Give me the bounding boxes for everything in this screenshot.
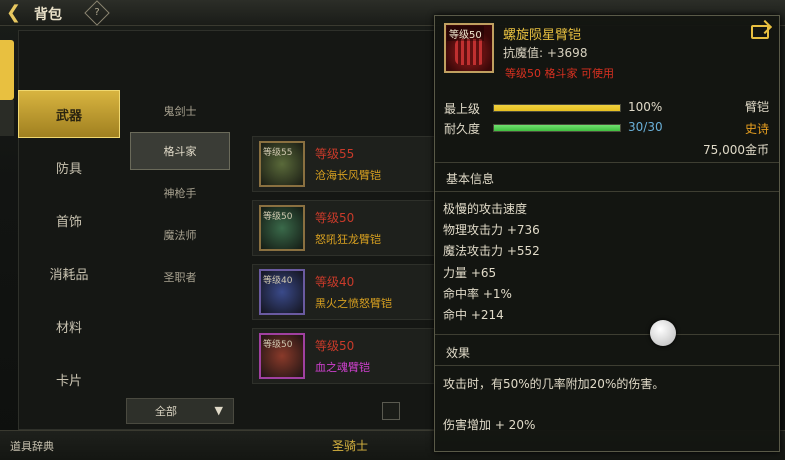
subcategory-mage[interactable]: 魔法师	[130, 216, 230, 254]
item-name: 血之魂臂铠	[315, 361, 370, 374]
subcategory-gunner[interactable]: 神枪手	[130, 174, 230, 212]
item-rarity: 史诗	[744, 122, 769, 136]
divider	[435, 365, 779, 366]
item-name: 沧海长风臂铠	[315, 169, 381, 182]
item-level: 等级40	[315, 275, 355, 289]
filter-dropdown[interactable]: 全部 ▼	[126, 398, 234, 424]
subcategory-fighter[interactable]: 格斗家	[130, 132, 230, 170]
item-thumbnail: 等级50	[259, 333, 305, 379]
filter-checkbox[interactable]	[382, 402, 400, 420]
list-item[interactable]: 等级55 等级55 沧海长风臂铠	[252, 136, 438, 192]
item-icon: 等级50	[444, 23, 494, 73]
list-item[interactable]: 等级50 等级50 怒吼狂龙臂铠	[252, 200, 438, 256]
section-basic-info: 基本信息	[446, 172, 495, 186]
durability-bar-fill	[494, 125, 620, 131]
item-thumbnail: 等级50	[259, 205, 305, 251]
left-edge-tab-2[interactable]	[0, 100, 14, 136]
stat-line: 极慢的攻击速度	[443, 202, 528, 216]
subcategory-slayer[interactable]: 鬼剑士	[130, 92, 230, 130]
item-thumbnail: 等级55	[259, 141, 305, 187]
stat-line: 物理攻击力 +736	[443, 223, 540, 237]
thumb-level: 等级50	[263, 212, 293, 222]
category-armor[interactable]: 防具	[18, 143, 120, 191]
stat-line: 命中 +214	[443, 308, 504, 322]
chevron-down-icon: ▼	[214, 404, 223, 417]
quality-bar-fill	[494, 105, 620, 111]
damage-bonus: 伤害增加 + 20%	[443, 418, 536, 432]
item-level: 等级55	[315, 147, 355, 161]
thumb-level: 等级40	[263, 276, 293, 286]
category-material[interactable]: 材料	[18, 302, 120, 350]
quality-label: 最上级	[444, 102, 481, 116]
thumb-level: 等级55	[263, 148, 293, 158]
stat-line: 命中率 +1%	[443, 287, 512, 301]
list-item[interactable]: 等级40 等级40 黑火之愤怒臂铠	[252, 264, 438, 320]
share-icon[interactable]	[751, 25, 769, 39]
item-price: 75,000金币	[703, 143, 769, 157]
item-level: 等级50	[315, 211, 355, 225]
item-name: 怒吼狂龙臂铠	[315, 233, 381, 246]
back-arrow-icon[interactable]: ❮	[6, 3, 26, 23]
thumb-level: 等级50	[263, 340, 293, 350]
left-edge-tab[interactable]	[0, 40, 14, 100]
section-effect: 效果	[446, 346, 471, 360]
page-title: 背包	[34, 7, 62, 23]
armguard-icon	[455, 39, 485, 65]
durability-value: 30/30	[628, 120, 663, 134]
category-card[interactable]: 卡片	[18, 355, 120, 403]
icon-level-badge: 等级50	[447, 26, 484, 41]
diamond-help-icon[interactable]: ?	[84, 0, 110, 26]
item-thumbnail: 等级40	[259, 269, 305, 315]
item-slot: 臂铠	[744, 100, 769, 114]
item-tooltip: 等级50 螺旋陨星臂铠 抗魔值: +3698 等级50 格斗家 可使用 最上级 …	[434, 15, 780, 452]
item-name: 螺旋陨星臂铠	[503, 28, 582, 43]
magic-resist: 抗魔值: +3698	[503, 46, 588, 60]
subcategory-priest[interactable]: 圣职者	[130, 258, 230, 296]
quality-value: 100%	[628, 100, 663, 114]
divider	[435, 334, 779, 335]
divider	[435, 191, 779, 192]
item-name: 黑火之愤怒臂铠	[315, 297, 392, 310]
stat-line: 魔法攻击力 +552	[443, 244, 540, 258]
item-level: 等级50	[315, 339, 355, 353]
durability-bar	[493, 124, 621, 132]
item-dictionary-button[interactable]: 道具辞典	[10, 438, 54, 454]
quality-bar	[493, 104, 621, 112]
list-item[interactable]: 等级50 等级50 血之魂臂铠	[252, 328, 438, 384]
category-weapon[interactable]: 武器	[18, 90, 120, 138]
durability-label: 耐久度	[444, 122, 481, 136]
requirement: 等级50 格斗家 可使用	[505, 67, 614, 80]
category-consumable[interactable]: 消耗品	[18, 249, 120, 297]
filter-label: 全部	[155, 405, 177, 418]
effect-text: 攻击时，有50%的几率附加20%的伤害。	[443, 377, 665, 391]
category-accessory[interactable]: 首饰	[18, 196, 120, 244]
divider	[435, 162, 779, 163]
stat-line: 力量 +65	[443, 266, 497, 280]
scroll-handle[interactable]	[650, 320, 676, 346]
character-name: 圣骑士	[332, 439, 369, 453]
